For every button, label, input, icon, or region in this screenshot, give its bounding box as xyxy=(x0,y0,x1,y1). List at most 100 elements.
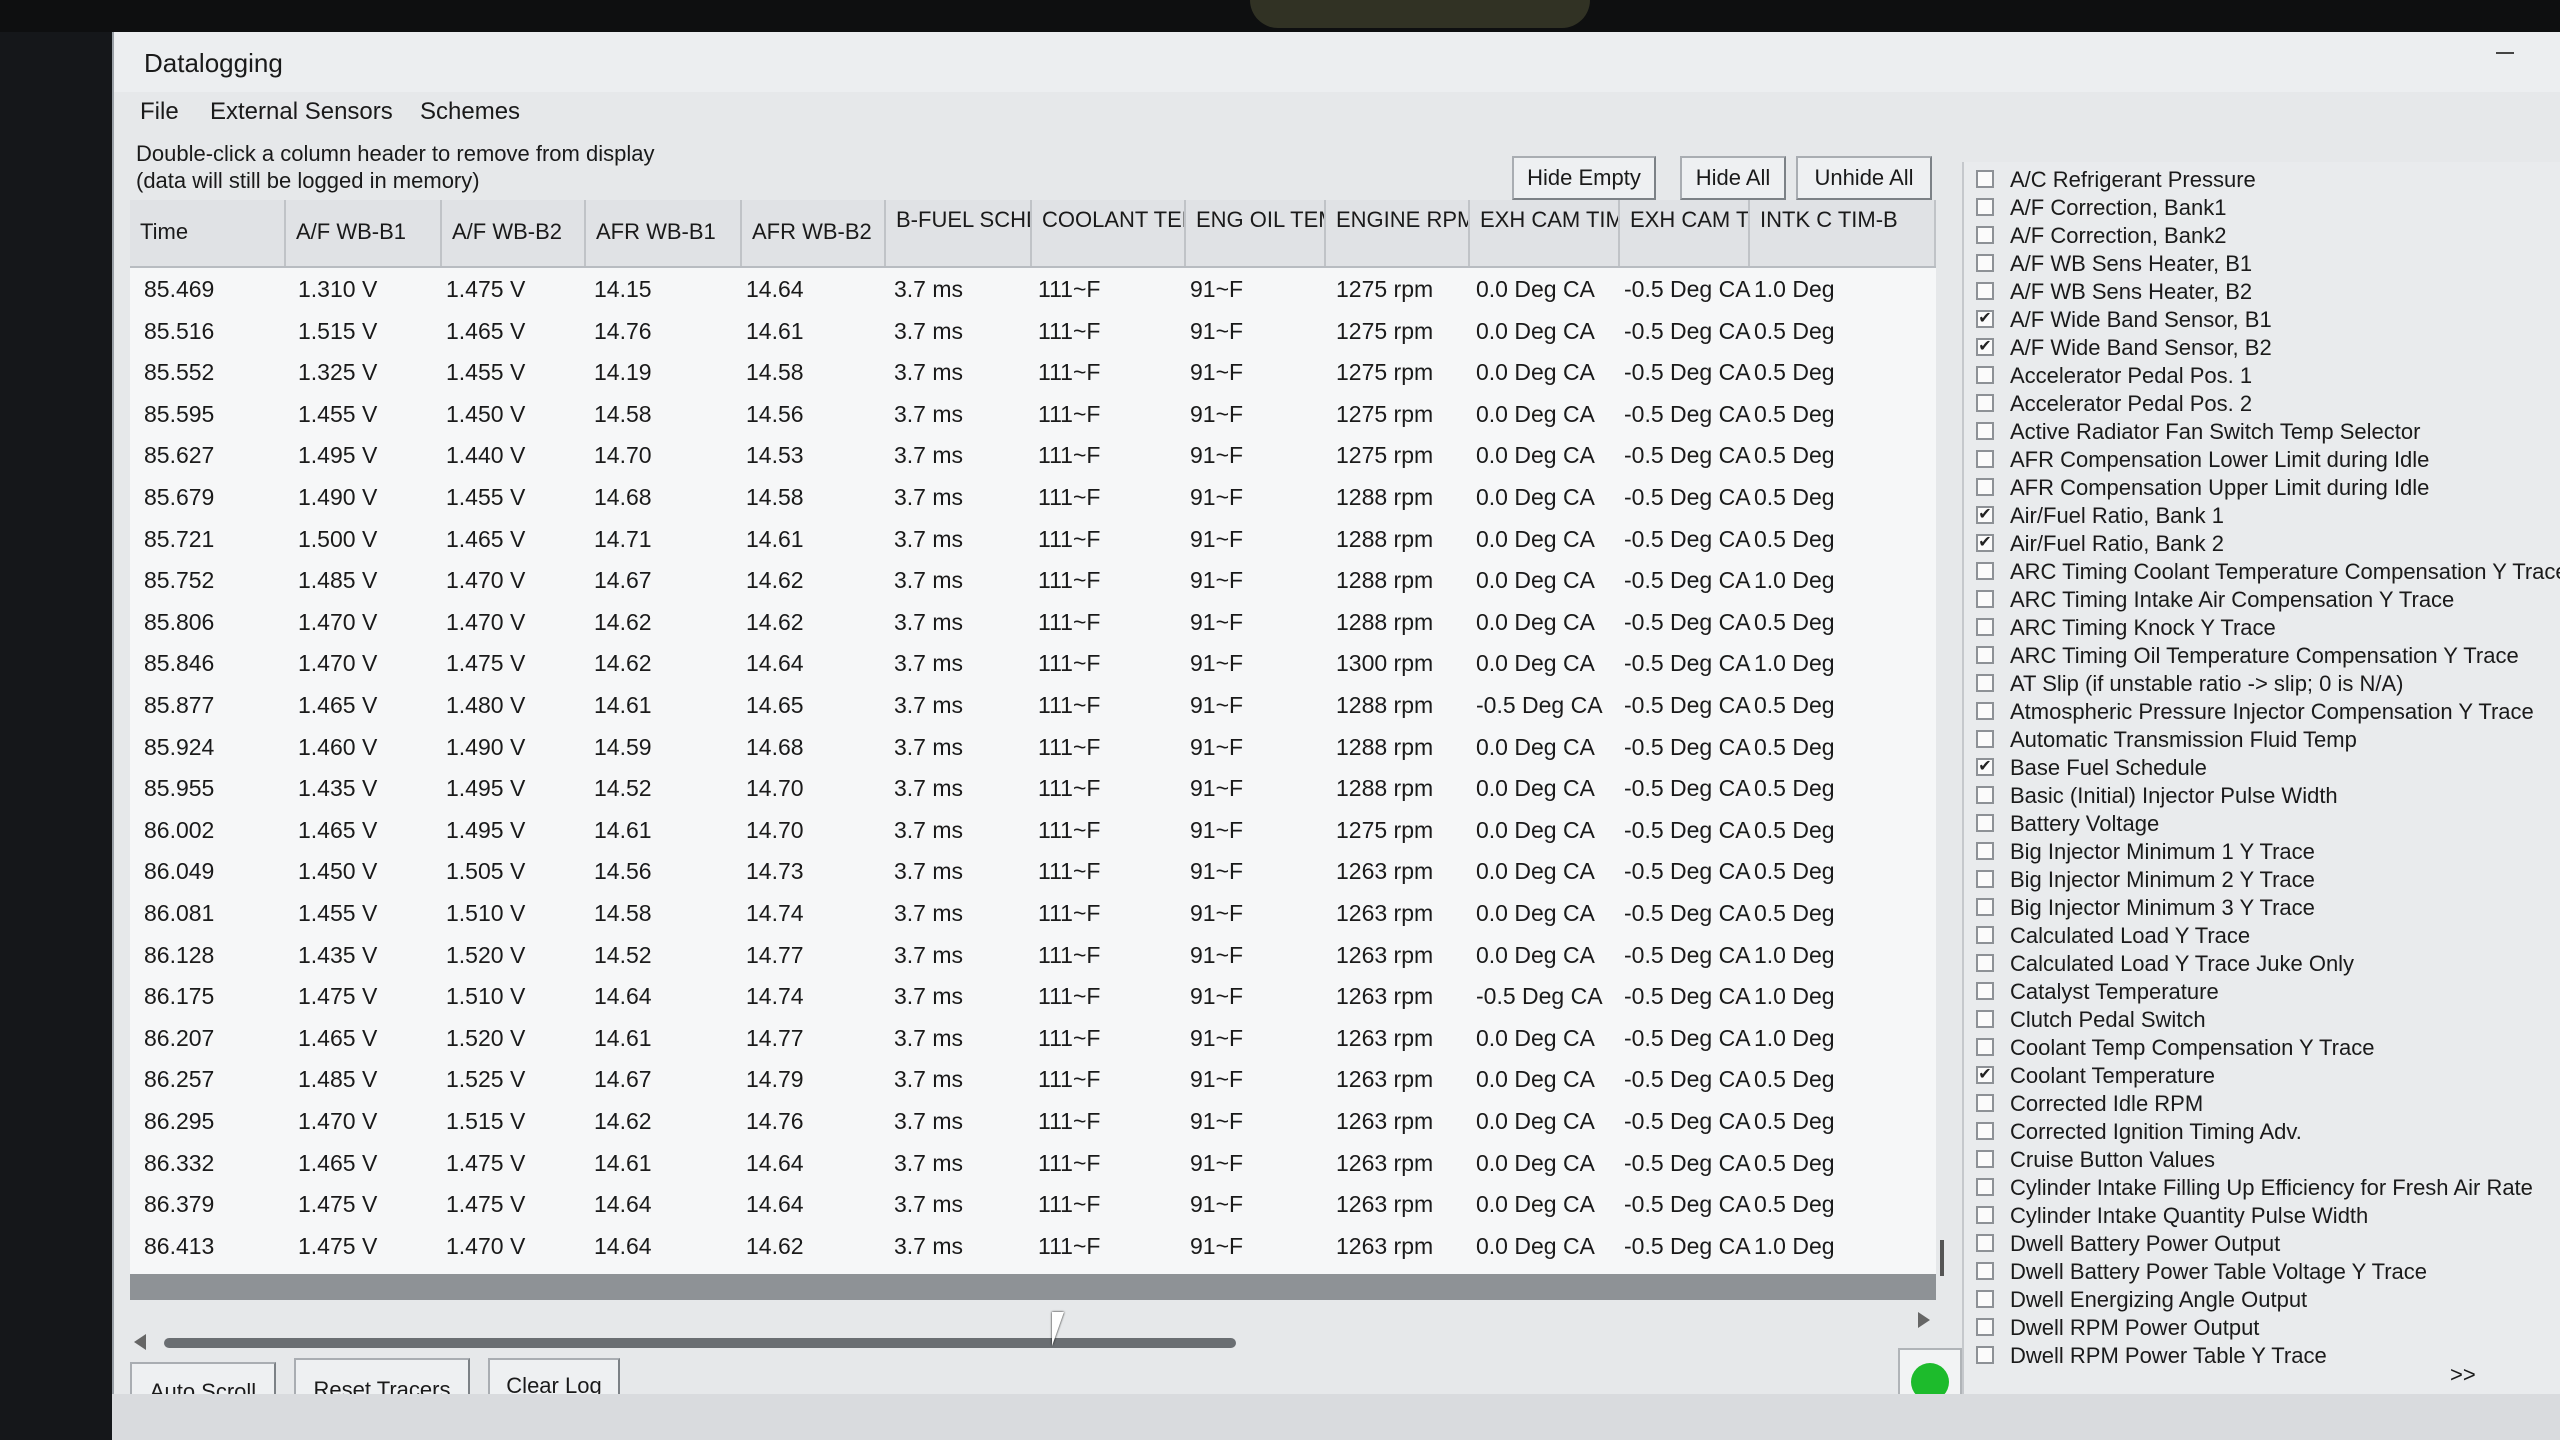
checkbox-icon[interactable] xyxy=(1976,786,1994,804)
menu-file[interactable]: File xyxy=(140,98,179,126)
table-cell: 1263 rpm xyxy=(1336,858,1434,885)
minimize-icon[interactable] xyxy=(2496,52,2514,54)
checkbox-icon[interactable] xyxy=(1976,282,1994,300)
checked-checkbox-icon[interactable]: ✔ xyxy=(1976,758,1994,776)
table-cell: 14.61 xyxy=(746,317,804,344)
sensor-label: ARC Timing Coolant Temperature Compensat… xyxy=(2010,559,2560,584)
checkbox-icon[interactable] xyxy=(1976,198,1994,216)
table-cell: 1.455 V xyxy=(446,484,526,510)
table-cell: 111~F xyxy=(1038,359,1101,386)
checkbox-icon[interactable] xyxy=(1976,226,1994,244)
menu-external-sensors[interactable]: External Sensors xyxy=(210,98,393,126)
checkbox-icon[interactable] xyxy=(1976,814,1994,832)
checkbox-icon[interactable] xyxy=(1976,394,1994,412)
checkbox-icon[interactable] xyxy=(1976,646,1994,664)
table-row: 85.627 1.495 V 1.440 V 14.70 14.53 3.7 ms 111~… xyxy=(130,434,1936,476)
column-header[interactable]: A/F WB-B2 xyxy=(442,200,586,266)
checkbox-icon[interactable] xyxy=(1976,1290,1994,1308)
checked-checkbox-icon[interactable]: ✔ xyxy=(1976,338,1994,356)
checkbox-icon[interactable] xyxy=(1976,1206,1994,1224)
checkbox-icon[interactable] xyxy=(1976,1318,1994,1336)
checkbox-icon[interactable] xyxy=(1976,926,1994,944)
table-cell: -0.5 Deg CA xyxy=(1624,858,1751,885)
checked-checkbox-icon[interactable]: ✔ xyxy=(1976,534,1994,552)
checkbox-icon[interactable] xyxy=(1976,1010,1994,1028)
checkbox-icon[interactable] xyxy=(1976,1346,1994,1364)
checkbox-icon[interactable] xyxy=(1976,898,1994,916)
table-cell: 1.470 V xyxy=(298,1108,378,1134)
checkbox-icon[interactable] xyxy=(1976,842,1994,860)
column-header[interactable]: EXH CAM TIM-B2 xyxy=(1620,200,1750,266)
table-cell: -0.5 Deg CA xyxy=(1624,1108,1751,1134)
checkbox-icon[interactable] xyxy=(1976,170,1994,188)
checkbox-icon[interactable] xyxy=(1976,730,1994,748)
table-cell: 0.0 Deg CA xyxy=(1476,1191,1595,1218)
table-cell: 1275 rpm xyxy=(1336,317,1434,344)
checkbox-icon[interactable] xyxy=(1976,478,1994,496)
table-cell: 14.15 xyxy=(594,276,652,302)
column-header[interactable]: ENG OIL TEMP xyxy=(1186,200,1326,266)
checkbox-icon[interactable] xyxy=(1976,1178,1994,1196)
column-header[interactable]: AFR WB-B1 xyxy=(586,200,742,266)
table-cell: 3.7 ms xyxy=(894,276,964,302)
checkbox-icon[interactable] xyxy=(1976,982,1994,1000)
table-cell: -0.5 Deg CA xyxy=(1624,1149,1751,1176)
sensor-label: Dwell Energizing Angle Output xyxy=(2010,1287,2308,1312)
table-cell: 1.0 Deg xyxy=(1754,1024,1835,1051)
table-cell: 3.7 ms xyxy=(894,1232,964,1259)
table-row: 85.955 1.435 V 1.495 V 14.52 14.70 3.7 ms 111~… xyxy=(130,767,1936,809)
checkbox-icon[interactable] xyxy=(1976,422,1994,440)
table-cell: 14.74 xyxy=(746,900,804,926)
table-cell: 91~F xyxy=(1190,1066,1244,1093)
table-cell: 3.7 ms xyxy=(894,816,964,843)
sensor-label: A/F Correction, Bank1 xyxy=(2010,195,2227,220)
table-cell: 91~F xyxy=(1190,567,1244,594)
table-cell: 0.0 Deg CA xyxy=(1476,442,1595,469)
hide-all-button[interactable]: Hide All xyxy=(1680,156,1786,200)
table-cell: 1.490 V xyxy=(298,484,378,510)
checkbox-icon[interactable] xyxy=(1976,562,1994,580)
checkbox-icon[interactable] xyxy=(1976,702,1994,720)
checkbox-icon[interactable] xyxy=(1976,954,1994,972)
column-header[interactable]: ENGINE RPM xyxy=(1326,200,1470,266)
checkbox-icon[interactable] xyxy=(1976,366,1994,384)
checked-checkbox-icon[interactable]: ✔ xyxy=(1976,1066,1994,1084)
checked-checkbox-icon[interactable]: ✔ xyxy=(1976,310,1994,328)
scrollbar-thumb[interactable] xyxy=(164,1338,1236,1348)
scroll-right-icon[interactable] xyxy=(1918,1312,1930,1328)
checkbox-icon[interactable] xyxy=(1976,1234,1994,1252)
column-header[interactable]: A/F WB-B1 xyxy=(286,200,442,266)
checkbox-icon[interactable] xyxy=(1976,450,1994,468)
checkbox-icon[interactable] xyxy=(1976,870,1994,888)
checked-checkbox-icon[interactable]: ✔ xyxy=(1976,506,1994,524)
column-header[interactable]: AFR WB-B2 xyxy=(742,200,886,266)
checkbox-icon[interactable] xyxy=(1976,590,1994,608)
expand-panel-icon[interactable]: >> xyxy=(2450,1362,2476,1388)
hide-empty-button[interactable]: Hide Empty xyxy=(1512,156,1656,200)
checkbox-icon[interactable] xyxy=(1976,674,1994,692)
sensor-label: Big Injector Minimum 3 Y Trace xyxy=(2010,895,2315,920)
table-cell: 1.455 V xyxy=(446,359,526,386)
checkbox-icon[interactable] xyxy=(1976,1262,1994,1280)
table-cell: 111~F xyxy=(1038,442,1101,469)
horizontal-scrollbar[interactable] xyxy=(130,1300,1936,1366)
checkbox-icon[interactable] xyxy=(1976,1122,1994,1140)
table-row: 85.877 1.465 V 1.480 V 14.61 14.65 3.7 ms 111~… xyxy=(130,684,1936,726)
checkbox-icon[interactable] xyxy=(1976,618,1994,636)
scroll-left-icon[interactable] xyxy=(134,1334,146,1350)
checkbox-icon[interactable] xyxy=(1976,1150,1994,1168)
column-header[interactable]: EXH CAM TIM-B1 xyxy=(1470,200,1620,266)
column-header[interactable]: INTK C TIM-B xyxy=(1750,200,1936,266)
table-cell: 1263 rpm xyxy=(1336,1232,1434,1259)
checkbox-icon[interactable] xyxy=(1976,1038,1994,1056)
menu-schemes[interactable]: Schemes xyxy=(420,98,520,126)
vertical-scrollbar[interactable] xyxy=(1940,1240,1944,1276)
column-header[interactable]: COOLANT TEMP xyxy=(1032,200,1186,266)
checkbox-icon[interactable] xyxy=(1976,254,1994,272)
sensor-label: Active Radiator Fan Switch Temp Selector xyxy=(2010,419,2421,444)
column-header[interactable]: Time xyxy=(130,200,286,266)
column-header[interactable]: B-FUEL SCHDL xyxy=(886,200,1032,266)
checkbox-icon[interactable] xyxy=(1976,1094,1994,1112)
unhide-all-button[interactable]: Unhide All xyxy=(1796,156,1932,200)
table-cell: 0.5 Deg xyxy=(1754,775,1835,802)
